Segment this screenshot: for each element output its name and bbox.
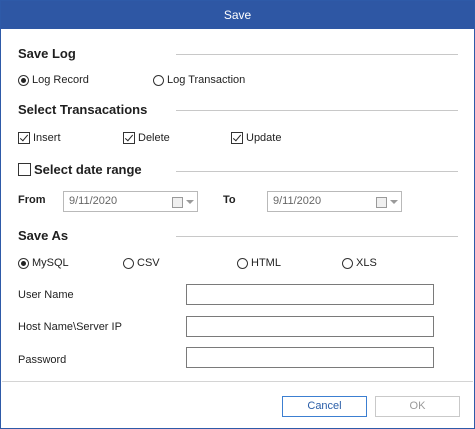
checkbox-checked-icon <box>123 132 135 144</box>
calendar-icon <box>376 197 387 208</box>
radio-log-record[interactable]: Log Record <box>18 74 89 86</box>
dialog-title: Save <box>1 1 474 29</box>
checkbox-checked-icon <box>231 132 243 144</box>
save-log-divider <box>176 54 458 55</box>
transactions-divider <box>176 110 458 111</box>
to-label: To <box>223 194 236 206</box>
radio-csv[interactable]: CSV <box>123 257 160 269</box>
checkbox-label: Select date range <box>34 162 142 177</box>
to-date-value: 9/11/2020 <box>273 195 322 207</box>
date-range-divider <box>176 171 458 172</box>
to-date-picker[interactable]: 9/11/2020 <box>267 191 402 212</box>
radio-label: CSV <box>137 257 160 269</box>
radio-label: Log Record <box>32 74 89 86</box>
from-label: From <box>18 194 46 206</box>
from-date-value: 9/11/2020 <box>69 195 118 207</box>
password-input[interactable] <box>186 347 434 368</box>
radio-unselected-icon <box>237 257 248 269</box>
checkbox-label: Insert <box>33 132 61 144</box>
from-date-picker[interactable]: 9/11/2020 <box>63 191 198 212</box>
calendar-icon <box>172 197 183 208</box>
checkbox-checked-icon <box>18 132 30 144</box>
password-label: Password <box>18 354 67 366</box>
checkbox-date-range[interactable]: Select date range <box>18 162 142 177</box>
radio-mysql[interactable]: MySQL <box>18 257 69 269</box>
checkbox-label: Delete <box>138 132 170 144</box>
checkbox-insert[interactable]: Insert <box>18 132 61 144</box>
radio-label: MySQL <box>32 257 69 269</box>
radio-unselected-icon <box>153 74 164 86</box>
save-log-heading: Save Log <box>18 46 76 61</box>
radio-selected-icon <box>18 74 29 86</box>
user-name-input[interactable] <box>186 284 434 305</box>
host-input[interactable] <box>186 316 434 337</box>
radio-unselected-icon <box>123 257 134 269</box>
ok-button[interactable]: OK <box>375 396 460 417</box>
user-name-label: User Name <box>18 289 74 301</box>
save-as-heading: Save As <box>18 228 69 243</box>
checkbox-update[interactable]: Update <box>231 132 281 144</box>
chevron-down-icon <box>186 200 194 204</box>
radio-label: HTML <box>251 257 281 269</box>
cancel-button[interactable]: Cancel <box>282 396 367 417</box>
checkbox-unchecked-icon <box>18 163 31 176</box>
save-as-divider <box>176 236 458 237</box>
radio-label: XLS <box>356 257 377 269</box>
checkbox-delete[interactable]: Delete <box>123 132 170 144</box>
radio-label: Log Transaction <box>167 74 246 86</box>
footer-divider <box>2 381 473 382</box>
radio-html[interactable]: HTML <box>237 257 281 269</box>
radio-selected-icon <box>18 257 29 269</box>
checkbox-label: Update <box>246 132 282 144</box>
host-label: Host Name\Server IP <box>18 321 122 333</box>
radio-log-transaction[interactable]: Log Transaction <box>153 74 245 86</box>
chevron-down-icon <box>390 200 398 204</box>
save-dialog: Save Save Log Log Record Log Transaction… <box>0 0 475 429</box>
transactions-heading: Select Transacations <box>18 102 148 117</box>
radio-xls[interactable]: XLS <box>342 257 377 269</box>
radio-unselected-icon <box>342 257 353 269</box>
